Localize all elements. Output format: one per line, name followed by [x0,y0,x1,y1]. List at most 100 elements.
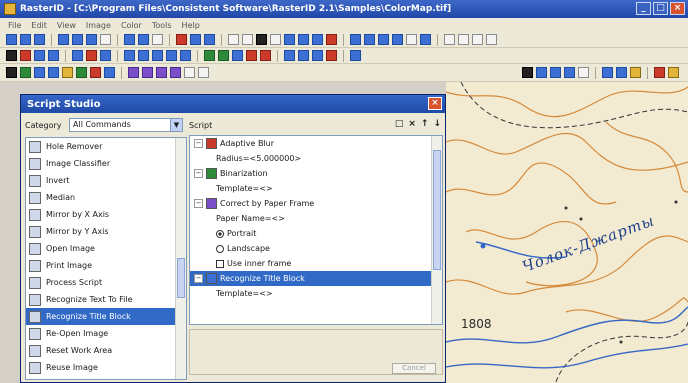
command-list-item[interactable]: Re-Open Image [26,325,186,342]
scan-icon[interactable] [100,34,111,45]
collapse-icon[interactable]: − [194,274,203,283]
measure-icon[interactable] [458,34,469,45]
category-select[interactable]: All Commands ▼ [69,118,183,132]
script-step[interactable]: − Recognize Title Block [190,271,442,286]
command-list-item[interactable]: Recognize Title Block [26,308,186,325]
calibrate-icon[interactable] [312,50,323,61]
image-icon[interactable] [124,34,135,45]
dialog-close-button[interactable]: × [428,97,442,110]
view-right-icon[interactable] [550,67,561,78]
print-icon[interactable] [86,34,97,45]
command-list-item[interactable]: Invert [26,172,186,189]
step-parameter[interactable]: Radius=<5.000000> [190,151,442,166]
pencil-icon[interactable] [184,67,195,78]
move-down-icon[interactable]: ↓ [433,119,441,129]
raster-tools-icon[interactable] [350,50,361,61]
mark-icon[interactable] [260,50,271,61]
layer-icon[interactable] [138,34,149,45]
step-checkbox[interactable]: Use inner frame [190,256,442,271]
colors-icon[interactable] [298,50,309,61]
scrollbar-thumb[interactable] [177,258,185,298]
image-view-icon[interactable] [564,67,575,78]
menu-view[interactable]: View [57,21,76,30]
polyline-icon[interactable] [34,50,45,61]
help-icon[interactable] [204,34,215,45]
command-list-item[interactable]: Hole Remover [26,138,186,155]
new-step-icon[interactable]: □ [395,119,404,129]
menu-edit[interactable]: Edit [31,21,47,30]
step-radio-option[interactable]: Portrait [190,226,442,241]
undo-icon[interactable] [228,34,239,45]
zoom-extents-icon[interactable] [406,34,417,45]
command-list-item[interactable]: Image Classifier [26,155,186,172]
despeckle-icon[interactable] [34,67,45,78]
pan-icon[interactable] [420,34,431,45]
close-button[interactable]: × [670,2,685,15]
recognize-icon[interactable] [326,50,337,61]
trace-icon[interactable] [204,50,215,61]
select-icon[interactable] [444,34,455,45]
break-icon[interactable] [246,50,257,61]
menu-file[interactable]: File [8,21,21,30]
layers-icon[interactable] [284,50,295,61]
step-parameter[interactable]: Template=<> [190,286,442,301]
step-parameter[interactable]: Paper Name=<> [190,211,442,226]
command-list-item[interactable]: Open Image [26,240,186,257]
zoom-out-icon[interactable] [392,34,403,45]
redo-icon[interactable] [242,34,253,45]
palette-icon[interactable] [630,67,641,78]
circle-icon[interactable] [72,50,83,61]
text-edit-icon[interactable] [142,67,153,78]
radio-icon[interactable] [216,244,224,253]
command-list-item[interactable]: Reuse Image [26,359,186,376]
script-step[interactable]: − Correct by Paper Frame [190,196,442,211]
pointer-icon[interactable] [6,50,17,61]
copy-icon[interactable] [270,34,281,45]
step-radio-option[interactable]: Landscape [190,241,442,256]
brush-icon[interactable] [6,67,17,78]
move-icon[interactable] [166,50,177,61]
settings-icon[interactable] [616,67,627,78]
script-step[interactable]: − Binarization [190,166,442,181]
preview-icon[interactable] [578,67,589,78]
zoom-in-icon[interactable] [378,34,389,45]
view-icon[interactable] [190,34,201,45]
grid-icon[interactable] [472,34,483,45]
minimize-button[interactable]: _ [636,2,651,15]
deskew-icon[interactable] [48,67,59,78]
zoom-window-icon[interactable] [350,34,361,45]
cut-icon[interactable] [256,34,267,45]
new-icon[interactable] [6,34,17,45]
text-replace-icon[interactable] [170,67,181,78]
snap-icon[interactable] [486,34,497,45]
cancel-button[interactable]: Cancel [392,363,436,374]
delete-icon[interactable] [326,34,337,45]
command-list-item[interactable]: Process Script [26,274,186,291]
command-list-scrollbar[interactable] [175,138,186,379]
command-list-item[interactable]: Mirror by X Axis [26,206,186,223]
maximize-button[interactable]: □ [653,2,668,15]
text-find-icon[interactable] [156,67,167,78]
paste-special-icon[interactable] [298,34,309,45]
checkbox-icon[interactable] [216,259,224,268]
command-list-item[interactable]: Print Image [26,257,186,274]
command-list[interactable]: Hole Remover Image Classifier Invert Median… [25,137,187,380]
script-step[interactable]: − Adaptive Blur [190,136,442,151]
thin-icon[interactable] [76,67,87,78]
tools-icon[interactable] [602,67,613,78]
scrollbar-thumb[interactable] [433,150,441,270]
command-list-item[interactable]: Recognize Text To File [26,291,186,308]
properties-icon[interactable] [152,34,163,45]
smooth-icon[interactable] [20,67,31,78]
script-run-icon[interactable] [104,67,115,78]
chevron-down-icon[interactable]: ▼ [170,119,182,131]
script-tree[interactable]: − Adaptive Blur Radius=<5.000000> − Binariza… [189,135,443,325]
radio-icon[interactable] [216,229,224,238]
alert-icon[interactable] [654,67,665,78]
fill-icon[interactable] [138,50,149,61]
arc-icon[interactable] [48,50,59,61]
open-icon[interactable] [20,34,31,45]
text-tool-icon[interactable] [128,67,139,78]
script-studio-icon[interactable] [90,67,101,78]
binarize-icon[interactable] [62,67,73,78]
